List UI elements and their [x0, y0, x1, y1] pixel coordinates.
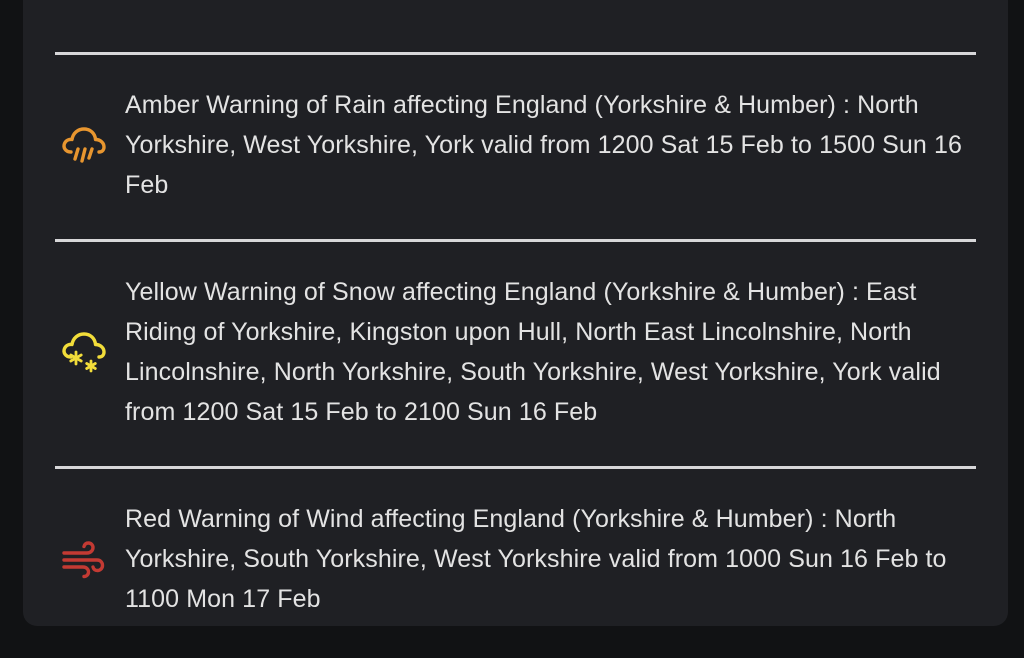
- snow-cloud-icon: [55, 330, 125, 374]
- warning-text: Amber Warning of Rain affecting England …: [125, 91, 962, 199]
- weather-warnings-list: Amber Warning of Rain affecting England …: [55, 52, 976, 653]
- warning-text: Red Warning of Wind affecting England (Y…: [125, 505, 947, 613]
- warning-item-wind[interactable]: Red Warning of Wind affecting England (Y…: [55, 469, 976, 653]
- warning-item-rain[interactable]: Amber Warning of Rain affecting England …: [55, 55, 976, 239]
- wind-icon: [55, 539, 125, 579]
- rain-cloud-icon: [55, 125, 125, 165]
- warning-item-snow[interactable]: Yellow Warning of Snow affecting England…: [55, 242, 976, 466]
- warning-text: Yellow Warning of Snow affecting England…: [125, 278, 941, 426]
